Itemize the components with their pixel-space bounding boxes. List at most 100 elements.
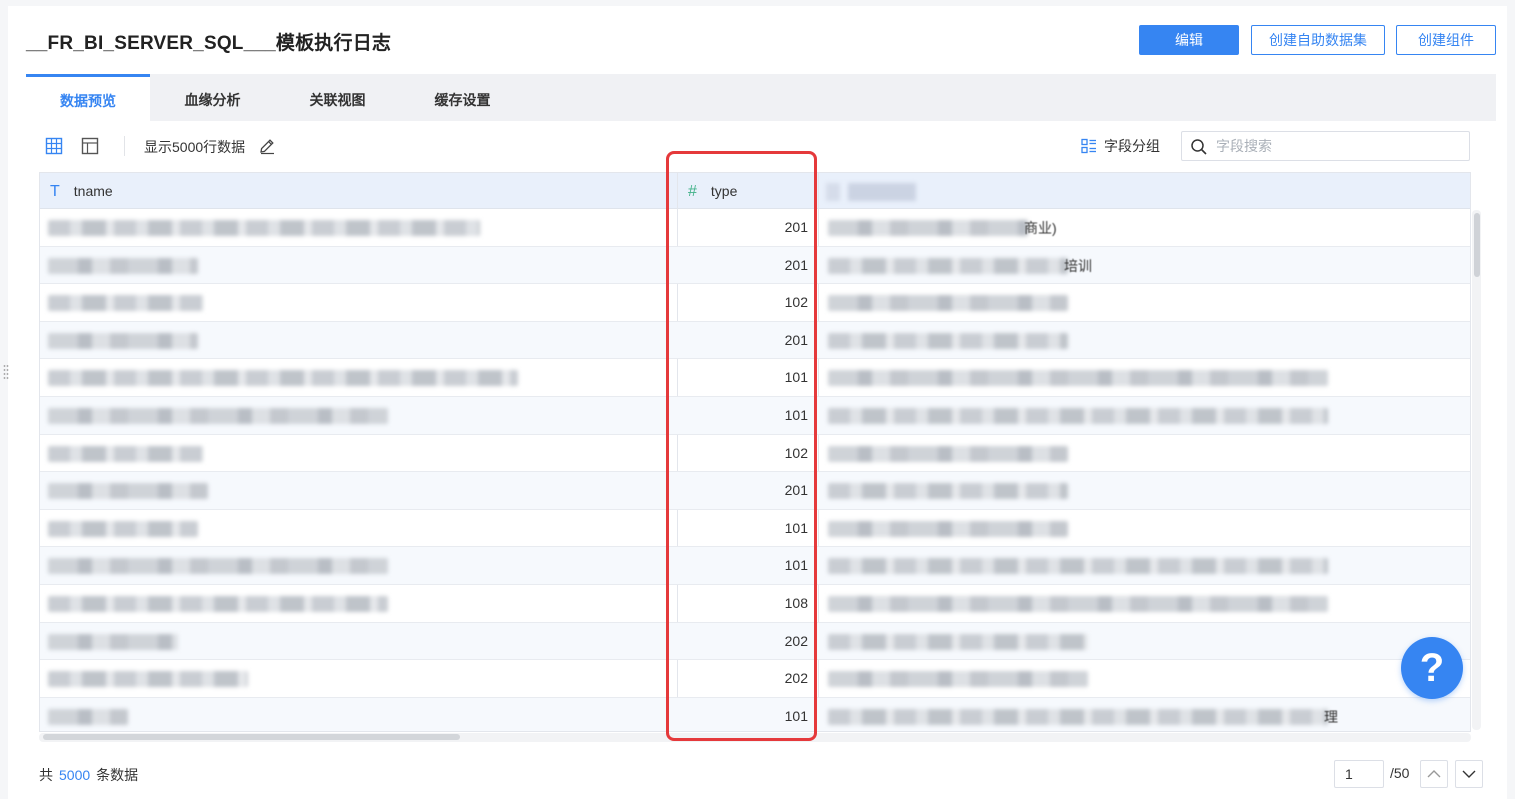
blurred-tname-cell	[48, 295, 203, 312]
field-group-icon	[1081, 138, 1096, 154]
field-search-input[interactable]	[1216, 136, 1456, 156]
detail-cell-text: 商业)	[1024, 220, 1057, 236]
field-search-box[interactable]	[1181, 131, 1470, 161]
type-cell: 102	[784, 294, 808, 311]
table-body: 201 商业) 201 培训 102 201 101 101 102 201 101 101 108 20…	[40, 209, 1470, 731]
blurred-detail-cell	[828, 445, 1068, 462]
table-row[interactable]: 201 培训	[40, 246, 1470, 285]
blurred-tname-cell	[48, 520, 198, 537]
table-row[interactable]: 102	[40, 435, 1470, 473]
blurred-tname-cell	[48, 370, 518, 387]
vertical-scrollbar-thumb[interactable]	[1474, 213, 1480, 277]
type-cell: 201	[784, 331, 808, 348]
row-count-label: 显示5000行数据	[144, 139, 246, 155]
type-cell: 108	[784, 594, 808, 611]
blurred-tname-cell	[48, 633, 178, 650]
total-prefix: 共	[39, 767, 53, 783]
column-header-tname[interactable]: Ttname	[50, 173, 113, 209]
create-dataset-button[interactable]: 创建自助数据集	[1251, 25, 1385, 55]
horizontal-scrollbar-thumb[interactable]	[43, 734, 460, 740]
total-suffix: 条数据	[96, 767, 139, 783]
help-button[interactable]: ?	[1401, 637, 1463, 699]
blurred-detail-cell	[828, 708, 1328, 725]
table-row[interactable]: 108	[40, 585, 1470, 623]
data-preview-table: Ttname # type 201 商业) 201 培训 102 201 101 101 102 2…	[39, 172, 1471, 732]
table-row[interactable]: 201 商业)	[40, 209, 1470, 247]
grid-view-icon[interactable]	[45, 137, 63, 155]
text-type-icon: T	[50, 183, 60, 200]
table-row[interactable]: 101	[40, 510, 1470, 548]
blurred-detail-cell	[828, 220, 1028, 236]
blurred-tname-cell	[48, 558, 388, 575]
type-cell: 201	[784, 256, 808, 273]
type-cell: 101	[784, 369, 808, 386]
pencil-icon[interactable]	[258, 137, 276, 155]
tab-bar: 数据预览 血缘分析 关联视图 缓存设置	[26, 74, 1496, 121]
page-title: __FR_BI_SERVER_SQL___模板执行日志	[26, 33, 392, 54]
blurred-detail-cell	[828, 332, 1068, 349]
chevron-up-icon	[1427, 770, 1441, 778]
blurred-tname-cell	[48, 708, 128, 725]
next-page-button[interactable]	[1455, 760, 1483, 788]
create-component-button[interactable]: 创建组件	[1396, 25, 1496, 55]
blurred-tname-cell	[48, 407, 388, 424]
blurred-tname-cell	[48, 671, 248, 688]
vertical-scrollbar-track	[1472, 210, 1481, 730]
blurred-tname-cell	[48, 332, 198, 349]
table-row[interactable]: 201	[40, 472, 1470, 510]
tab-data-preview[interactable]: 数据预览	[26, 74, 150, 121]
blurred-detail-cell	[828, 671, 1088, 688]
chevron-down-icon	[1462, 770, 1476, 778]
blurred-detail-cell	[828, 633, 1088, 650]
blurred-detail-cell	[828, 370, 1328, 387]
total-count-label: 共 5000 条数据	[39, 765, 138, 785]
tab-cache-settings[interactable]: 缓存设置	[400, 74, 525, 121]
table-row[interactable]: 202	[40, 622, 1470, 661]
blurred-tname-cell	[48, 445, 203, 462]
layout-view-icon[interactable]	[81, 137, 99, 155]
table-row[interactable]: 101	[40, 547, 1470, 585]
type-cell: 101	[784, 519, 808, 536]
tab-relation-view[interactable]: 关联视图	[275, 74, 400, 121]
edit-button[interactable]: 编辑	[1139, 25, 1239, 55]
type-cell: 101	[784, 557, 808, 574]
previous-page-button[interactable]	[1420, 760, 1448, 788]
page-number-input[interactable]	[1334, 760, 1384, 788]
total-count: 5000	[59, 767, 91, 783]
column-name-tname: tname	[73, 183, 113, 199]
blurred-detail-cell	[828, 483, 1068, 500]
blurred-detail-cell	[828, 558, 1328, 575]
blurred-tname-cell	[48, 257, 198, 274]
toolbar-divider	[124, 136, 125, 156]
detail-cell-text: 培训	[1064, 257, 1092, 274]
table-row[interactable]: 101	[40, 396, 1470, 435]
table-row[interactable]: 101	[40, 359, 1470, 397]
table-header: Ttname # type	[40, 173, 1470, 209]
blurred-tname-cell	[48, 595, 388, 612]
type-cell: 202	[784, 632, 808, 649]
blurred-detail-cell	[828, 257, 1068, 274]
type-cell: 102	[784, 444, 808, 461]
field-group-button[interactable]: 字段分组	[1080, 135, 1160, 157]
table-row[interactable]: 201	[40, 321, 1470, 360]
page-total-label: /50	[1390, 765, 1410, 781]
column-name-type: type	[710, 183, 738, 199]
blurred-detail-cell	[828, 520, 1068, 537]
column-header-type[interactable]: # type	[688, 173, 737, 209]
tab-lineage-analysis[interactable]: 血缘分析	[150, 74, 275, 121]
field-group-label: 字段分组	[1104, 138, 1160, 154]
number-type-icon: #	[688, 183, 697, 200]
type-cell: 201	[784, 482, 808, 499]
table-row[interactable]: 202	[40, 660, 1470, 698]
type-cell: 202	[784, 670, 808, 687]
drag-handle-icon[interactable]	[3, 363, 9, 381]
blurred-detail-cell	[828, 595, 1328, 612]
type-cell: 101	[784, 406, 808, 423]
blurred-detail-cell	[828, 295, 1068, 312]
blurred-column-header	[826, 183, 916, 201]
table-row[interactable]: 102	[40, 284, 1470, 322]
type-cell: 101	[784, 707, 808, 724]
search-icon	[1191, 139, 1207, 155]
type-cell: 201	[784, 219, 808, 235]
table-row[interactable]: 101 理	[40, 697, 1470, 731]
